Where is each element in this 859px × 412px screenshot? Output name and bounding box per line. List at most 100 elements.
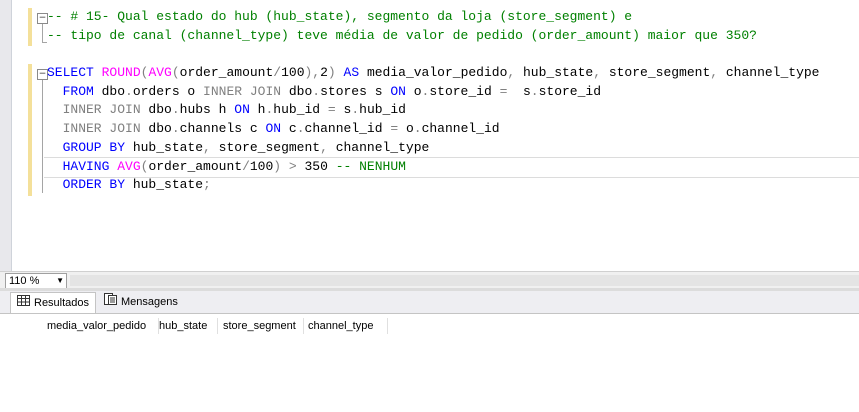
code-token: hubs h bbox=[179, 102, 235, 118]
tab-results[interactable]: Resultados bbox=[10, 292, 97, 314]
code-token: o bbox=[405, 83, 422, 99]
code-line[interactable]: FROM dbo.orders o INNER JOIN dbo.stores … bbox=[47, 83, 819, 102]
column-header[interactable]: hub_state bbox=[154, 318, 218, 334]
code-token: 100 bbox=[249, 158, 274, 174]
code-token: = bbox=[327, 102, 336, 118]
code-token: ORDER BY bbox=[47, 177, 133, 193]
code-token: . bbox=[530, 83, 539, 99]
code-token: h bbox=[249, 102, 266, 118]
code-token: stores s bbox=[320, 83, 391, 99]
code-token: hub_state bbox=[132, 177, 204, 193]
code-token: AVG bbox=[148, 65, 172, 81]
change-indicator bbox=[28, 8, 32, 46]
chevron-down-icon: ▼ bbox=[56, 276, 64, 285]
code-token: GROUP BY bbox=[47, 139, 133, 155]
code-token: order_amount bbox=[148, 158, 243, 174]
code-token: dbo bbox=[101, 83, 126, 99]
code-token: store_id bbox=[538, 83, 602, 99]
column-header[interactable]: media_valor_pedido bbox=[42, 318, 159, 334]
code-token: 2 bbox=[320, 65, 328, 81]
code-token: . bbox=[125, 83, 133, 99]
code-token: channel_type bbox=[327, 139, 430, 155]
code-token: channel_id bbox=[421, 121, 500, 137]
sql-code[interactable]: -- # 15- Qual estado do hub (hub_state),… bbox=[47, 8, 819, 195]
tab-messages[interactable]: Mensagens bbox=[100, 292, 182, 312]
code-line[interactable] bbox=[47, 45, 819, 64]
results-grid[interactable]: media_valor_pedido hub_state store_segme… bbox=[0, 313, 859, 412]
code-token: channel_id bbox=[304, 121, 391, 137]
code-line[interactable]: HAVING AVG(order_amount/100) > 350 -- NE… bbox=[47, 158, 819, 177]
code-token: hub_id bbox=[359, 102, 406, 118]
outline-line bbox=[42, 80, 43, 193]
grid-icon bbox=[17, 293, 30, 313]
column-header[interactable]: store_segment bbox=[218, 318, 304, 334]
code-token: hub_id bbox=[273, 102, 328, 118]
tab-messages-label: Mensagens bbox=[121, 296, 178, 308]
messages-icon bbox=[104, 292, 117, 312]
code-line[interactable]: -- # 15- Qual estado do hub (hub_state),… bbox=[47, 8, 819, 27]
code-token: SELECT bbox=[47, 65, 102, 81]
code-token: > bbox=[281, 158, 305, 174]
code-token: , bbox=[203, 139, 211, 155]
code-token: . bbox=[351, 102, 360, 118]
code-token: dbo bbox=[140, 121, 172, 137]
code-token: store_segment bbox=[601, 65, 711, 81]
results-tabs: Resultados Mensagens bbox=[0, 291, 859, 314]
code-token: dbo bbox=[281, 83, 313, 99]
code-token: INNER JOIN bbox=[47, 121, 141, 137]
code-token: / bbox=[242, 158, 250, 174]
code-token: media_valor_pedido bbox=[366, 65, 508, 81]
code-token: channel_type bbox=[718, 65, 820, 81]
code-token: 100 bbox=[281, 65, 305, 81]
zoom-select[interactable]: 110 % ▼ bbox=[5, 273, 67, 289]
code-token: ) bbox=[327, 65, 336, 81]
code-token: hub_state bbox=[132, 139, 204, 155]
code-token: 350 bbox=[304, 158, 336, 174]
code-line[interactable]: -- tipo de canal (channel_type) teve méd… bbox=[47, 27, 819, 46]
column-header[interactable]: channel_type bbox=[303, 318, 388, 334]
code-token: , bbox=[710, 65, 719, 81]
code-token: s bbox=[507, 83, 531, 99]
horizontal-scrollbar[interactable] bbox=[70, 275, 859, 286]
code-token: . bbox=[413, 121, 422, 137]
change-indicator bbox=[28, 64, 32, 196]
query-editor[interactable]: − − -- # 15- Qual estado do hub (hub_sta… bbox=[0, 0, 859, 271]
code-token: . bbox=[312, 83, 321, 99]
code-token: -- tipo de canal (channel_type) teve méd… bbox=[47, 27, 757, 43]
code-line[interactable]: ORDER BY hub_state; bbox=[47, 176, 819, 195]
code-token: store_id bbox=[429, 83, 500, 99]
code-token: , bbox=[320, 139, 328, 155]
code-token: c bbox=[281, 121, 297, 137]
code-token: orders o bbox=[132, 83, 204, 99]
code-token: . bbox=[296, 121, 305, 137]
code-token: FROM bbox=[47, 83, 102, 99]
code-token: ), bbox=[304, 65, 321, 81]
row-number-header[interactable] bbox=[11, 318, 42, 334]
zoom-value: 110 % bbox=[9, 275, 40, 287]
code-token: AVG bbox=[117, 158, 141, 174]
code-token: ROUND bbox=[101, 65, 141, 81]
code-token: . bbox=[171, 102, 180, 118]
editor-left-margin bbox=[0, 0, 12, 271]
code-line[interactable]: GROUP BY hub_state, store_segment, chann… bbox=[47, 139, 819, 158]
code-token: dbo bbox=[140, 102, 172, 118]
code-token: . bbox=[171, 121, 180, 137]
code-token: ON bbox=[390, 83, 406, 99]
code-token: , bbox=[593, 65, 602, 81]
code-token: s bbox=[335, 102, 352, 118]
code-token: AS bbox=[335, 65, 367, 81]
code-token: store_segment bbox=[210, 139, 321, 155]
code-line[interactable]: INNER JOIN dbo.channels c ON c.channel_i… bbox=[47, 120, 819, 139]
code-token: INNER JOIN bbox=[47, 102, 141, 118]
code-token: channels c bbox=[179, 121, 266, 137]
code-token: ) bbox=[273, 158, 282, 174]
code-token: order_amount bbox=[179, 65, 274, 81]
code-line[interactable]: INNER JOIN dbo.hubs h ON h.hub_id = s.hu… bbox=[47, 101, 819, 120]
code-token: = bbox=[390, 121, 399, 137]
code-token: ON bbox=[234, 102, 250, 118]
code-token: HAVING bbox=[47, 158, 118, 174]
code-line[interactable]: SELECT ROUND(AVG(order_amount/100),2) AS… bbox=[47, 64, 819, 83]
code-token: -- NENHUM bbox=[335, 158, 406, 174]
code-token: o bbox=[398, 121, 414, 137]
code-token: INNER JOIN bbox=[203, 83, 282, 99]
